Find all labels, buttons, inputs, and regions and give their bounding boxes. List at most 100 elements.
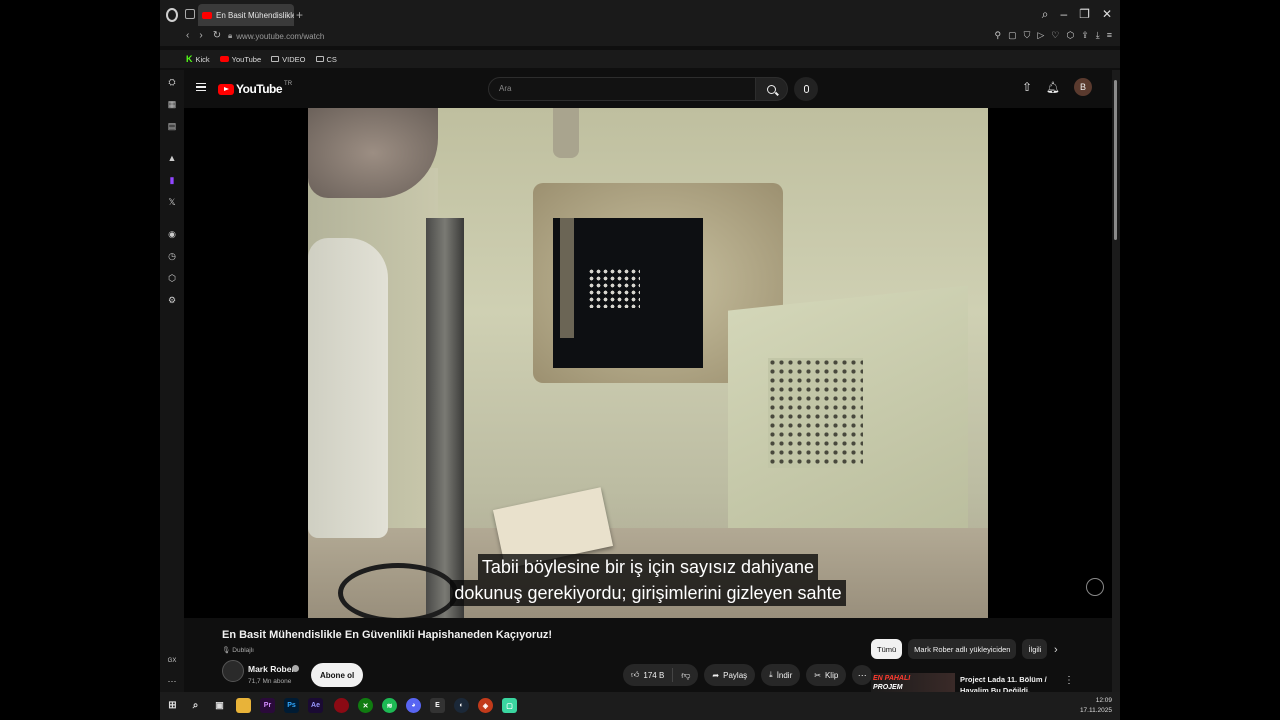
youtube-wordmark: YouTube [236,82,283,96]
restore-icon[interactable]: ❐ [1079,7,1090,22]
close-icon[interactable]: ✕ [1102,7,1112,22]
bookmark-cs-folder[interactable]: CS [315,55,337,64]
steam-icon[interactable]: ◐ [454,698,469,713]
channel-name[interactable]: Mark Rober [248,664,295,674]
youtube-logo[interactable]: YouTube TR [218,81,292,96]
clip-label: Klip [824,670,839,680]
account-avatar[interactable]: B [1074,78,1092,96]
pin-icon[interactable]: ⚲ [994,30,1001,41]
new-tab-icon[interactable]: + [296,8,303,22]
hamburger-menu-icon[interactable] [196,83,206,91]
tab-island-icon[interactable] [185,9,195,19]
history-icon[interactable]: ◷ [166,250,178,262]
more-sidebar-icon[interactable]: ⋯ [166,675,178,687]
bookmark-youtube[interactable]: YouTube [219,54,262,64]
search-box[interactable] [488,77,756,101]
share-icon[interactable]: ⇪ [1081,30,1089,41]
news-icon[interactable]: ▤ [166,120,178,132]
search-tabs-icon[interactable]: ⌕ [1042,7,1049,22]
youtube-page: YouTube TR ⇧ 🔔︎ B [184,70,1112,706]
youtube-favicon-icon [202,11,212,19]
search-icon [767,84,776,94]
heart-icon[interactable]: ♡ [1051,30,1059,41]
chip-related[interactable]: İlgili [1022,639,1048,659]
gx-control-icon[interactable]: GX [166,655,178,667]
after-effects-icon[interactable]: Ae [308,698,323,713]
epic-games-icon[interactable]: E [430,698,445,713]
video-player[interactable]: Tabii böylesine bir iş için sayısız dahi… [308,108,988,618]
lightbulb-icon[interactable] [1086,578,1104,596]
like-button[interactable]: 👍︎ 174 B [623,668,674,682]
reload-icon[interactable]: ↻ [213,30,221,41]
bookmark-kick[interactable]: K Kick [186,54,210,64]
share-arrow-icon: ➦ [712,670,720,680]
app-icon[interactable]: ▢ [502,698,517,713]
system-clock[interactable]: 12:09 17.11.2025 [1080,696,1112,716]
channel-avatar[interactable] [222,660,244,682]
bookmark-video-folder[interactable]: VIDEO [271,55,306,64]
header-actions: ⇧ 🔔︎ B [1022,78,1092,96]
mods-icon[interactable]: ▦ [166,98,178,110]
like-count: 174 B [643,670,665,680]
windows-start-icon[interactable]: ⊞ [165,698,180,713]
chip-all[interactable]: Tümü [871,639,903,659]
minimize-icon[interactable]: – [1060,7,1067,22]
video-frame-vent [588,268,640,308]
player-sidebar-icon[interactable]: ◉ [166,228,178,240]
chip-from-uploader[interactable]: Mark Rober adlı yükleyiciden [908,639,1017,659]
file-explorer-icon[interactable] [236,698,251,713]
kick-sidebar-icon[interactable]: ▲ [166,152,178,164]
task-view-icon[interactable]: ▣ [212,698,227,713]
scrollbar-thumb[interactable] [1114,80,1117,240]
share-button[interactable]: ➦ Paylaş [704,664,756,686]
photoshop-icon[interactable]: Ps [284,698,299,713]
thumbs-up-icon: 👍︎ [631,670,640,679]
more-actions-icon[interactable]: ⋯ [852,665,873,685]
bookmark-label: YouTube [231,54,262,64]
active-tab[interactable]: En Basit Mühendislikle En [198,4,294,26]
discord-icon[interactable]: ◕ [406,698,421,713]
windows-taskbar: ⊞ ⌕ ▣ Pr Ps Ae ✕ ≋ ◕ E ◐ ◈ ▢ 12:09 17.11… [160,692,1120,720]
opera-logo-icon[interactable] [166,8,178,22]
taskbar-search-icon[interactable]: ⌕ [188,698,203,713]
page-scrollbar[interactable] [1112,70,1120,692]
subtitles: Tabii böylesine bir iş için sayısız dahi… [308,554,988,606]
player-icon[interactable]: ▷ [1037,30,1044,41]
clock-date: 17.11.2025 [1079,707,1112,714]
extensions-sidebar-icon[interactable]: ⬡ [166,272,178,284]
snapshot-icon[interactable]: ▢ [1008,30,1017,41]
premiere-pro-icon[interactable]: Pr [260,698,275,713]
notifications-bell-icon[interactable]: 🔔︎ [1046,81,1060,94]
brave-icon[interactable]: ◈ [478,698,493,713]
chevron-right-icon[interactable]: › [1054,644,1058,656]
video-player-area: Tabii böylesine bir iş için sayısız dahi… [184,108,1112,618]
settings-icon[interactable]: ⚙ [166,294,178,306]
download-icon[interactable]: ⤓ [1096,30,1100,41]
x-icon[interactable]: 𝕏 [166,196,178,208]
video-frame-bar [560,218,574,338]
aria-icon[interactable]: ⛭ [166,76,178,88]
download-button[interactable]: ⤓ İndir [761,664,801,686]
spotify-icon[interactable]: ≋ [382,698,397,713]
opera-gx-taskbar-icon[interactable] [334,698,349,713]
back-icon[interactable]: ‹ [186,30,189,41]
search-button[interactable] [756,77,788,101]
shield-icon[interactable]: ⛉ [1024,30,1031,41]
dislike-button[interactable]: 👎︎ [673,670,698,681]
window-controls: ⌕ – ❐ ✕ [1042,7,1112,22]
url-field[interactable]: 🔒︎ www.youtube.com/watch [228,31,324,41]
upload-icon[interactable]: ⇧ [1022,80,1032,94]
voice-search-button[interactable] [794,77,818,101]
forward-icon[interactable]: › [199,30,202,41]
clip-button[interactable]: ✂ Klip [806,664,847,686]
recommendation-thumbnail[interactable]: EN PAHALI PROJEM [871,673,955,692]
menu-icon[interactable]: ≡ [1107,30,1112,41]
recommendation-more-icon[interactable]: ⋮ [1064,675,1074,686]
twitch-icon[interactable]: ▮ [166,174,178,186]
subscribe-button[interactable]: Abone ol [311,663,364,687]
right-letterbox [1120,0,1280,720]
left-letterbox [0,0,160,720]
extensions-icon[interactable]: ⬡ [1066,30,1074,41]
search-input[interactable] [499,84,739,93]
xbox-icon[interactable]: ✕ [358,698,373,713]
